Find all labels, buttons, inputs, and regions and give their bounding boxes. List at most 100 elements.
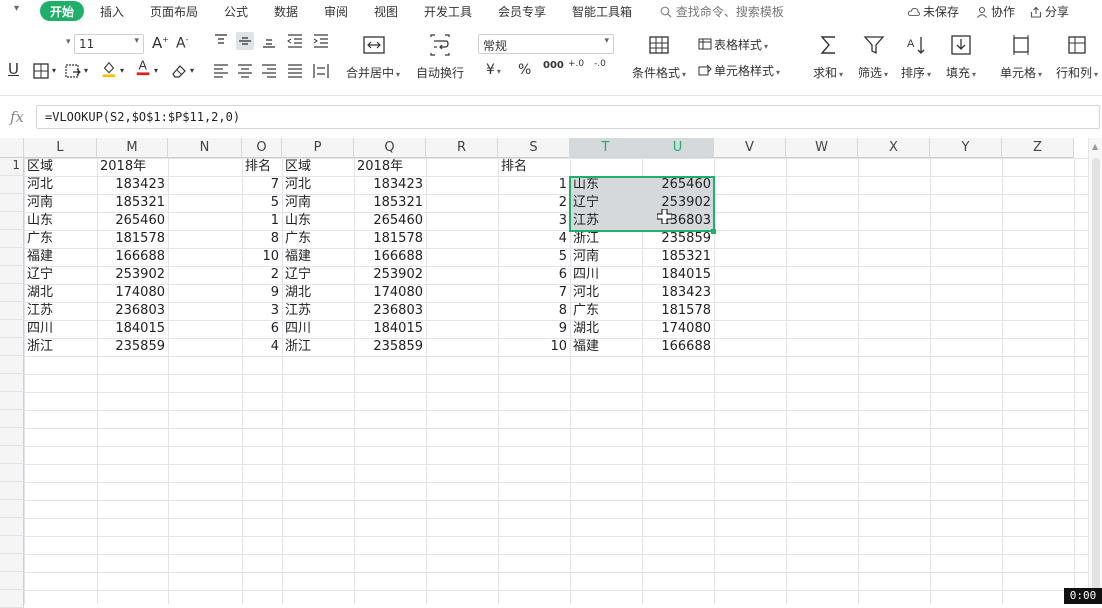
row-header[interactable] <box>0 518 24 536</box>
font-color-icon[interactable]: A <box>134 58 152 76</box>
header-cell-m[interactable]: 2018年 <box>97 158 168 176</box>
table3-region-cell[interactable]: 广东 <box>570 302 642 320</box>
distributed-align-icon[interactable] <box>312 62 330 80</box>
number-format-select[interactable]: 常规 ▾ <box>478 34 614 54</box>
table2-value-cell[interactable]: 166688 <box>354 248 426 266</box>
column-header-l[interactable]: L <box>24 138 97 158</box>
column-header-y[interactable]: Y <box>930 138 1002 158</box>
percent-button[interactable]: % <box>518 62 531 78</box>
table3-rank-cell[interactable]: 6 <box>498 266 570 284</box>
table2-value-cell[interactable]: 265460 <box>354 212 426 230</box>
table3-region-cell[interactable]: 湖北 <box>570 320 642 338</box>
column-header-w[interactable]: W <box>786 138 858 158</box>
font-color-dropdown-icon[interactable]: ▾ <box>154 66 158 75</box>
sort-icon[interactable]: A <box>906 34 928 56</box>
thousands-button[interactable]: 000 <box>543 60 564 71</box>
table3-value-cell[interactable]: 235859 <box>642 230 714 248</box>
row-header[interactable] <box>0 374 24 392</box>
row-header[interactable] <box>0 320 24 338</box>
table2-rank-cell[interactable]: 8 <box>242 230 282 248</box>
fill-color-icon[interactable] <box>100 60 118 78</box>
header-cell-p[interactable]: 区域 <box>282 158 354 176</box>
conditional-format-button[interactable]: 条件格式 ▾ <box>632 64 686 81</box>
column-header-o[interactable]: O <box>242 138 282 158</box>
table1-region-cell[interactable]: 福建 <box>24 248 97 266</box>
cell-icon[interactable] <box>1010 34 1032 56</box>
table2-value-cell[interactable]: 185321 <box>354 194 426 212</box>
table2-rank-cell[interactable]: 6 <box>242 320 282 338</box>
font-name-dropdown-icon[interactable]: ▾ <box>66 37 71 47</box>
table2-rank-cell[interactable]: 5 <box>242 194 282 212</box>
formula-input[interactable]: =VLOOKUP(S2,$O$1:$P$11,2,0) <box>36 105 1100 129</box>
table1-value-cell[interactable]: 236803 <box>97 302 168 320</box>
table3-region-cell[interactable]: 河南 <box>570 248 642 266</box>
header-cell-l[interactable]: 区域 <box>24 158 97 176</box>
table2-region-cell[interactable]: 山东 <box>282 212 354 230</box>
filter-icon[interactable] <box>863 34 885 56</box>
table3-rank-cell[interactable]: 2 <box>498 194 570 212</box>
row-header[interactable] <box>0 284 24 302</box>
merge-center-icon[interactable] <box>362 34 386 56</box>
border-icon[interactable] <box>32 62 50 80</box>
column-header-n[interactable]: N <box>168 138 242 158</box>
collab-button[interactable]: 协作 <box>976 3 1015 20</box>
align-bottom-icon[interactable] <box>260 32 278 50</box>
row-header[interactable] <box>0 500 24 518</box>
table1-region-cell[interactable]: 山东 <box>24 212 97 230</box>
table3-region-cell[interactable]: 浙江 <box>570 230 642 248</box>
table2-region-cell[interactable]: 四川 <box>282 320 354 338</box>
row-header[interactable] <box>0 230 24 248</box>
table3-value-cell[interactable]: 174080 <box>642 320 714 338</box>
header-cell-s[interactable]: 排名 <box>498 158 570 176</box>
table2-value-cell[interactable]: 181578 <box>354 230 426 248</box>
table2-rank-cell[interactable]: 9 <box>242 284 282 302</box>
table3-value-cell[interactable]: 253902 <box>642 194 714 212</box>
row-header[interactable] <box>0 356 24 374</box>
column-header-u[interactable]: U <box>642 138 714 158</box>
conditional-format-icon[interactable] <box>648 34 670 56</box>
row-header[interactable]: 1 <box>0 158 24 176</box>
merge-center-button[interactable]: 合并居中 ▾ <box>346 64 400 81</box>
tab-formulas[interactable]: 公式 <box>224 3 248 20</box>
table1-region-cell[interactable]: 河北 <box>24 176 97 194</box>
fx-icon[interactable]: fx <box>10 108 24 126</box>
table3-value-cell[interactable]: 265460 <box>642 176 714 194</box>
sum-button[interactable]: 求和 ▾ <box>813 64 843 81</box>
eraser-icon[interactable] <box>170 62 188 80</box>
column-header-q[interactable]: Q <box>354 138 426 158</box>
row-header[interactable] <box>0 482 24 500</box>
header-cell-q[interactable]: 2018年 <box>354 158 426 176</box>
menu-collapse-icon[interactable]: ▾ <box>14 3 19 14</box>
vertical-scrollbar[interactable]: ▲ <box>1088 138 1102 604</box>
table2-rank-cell[interactable]: 7 <box>242 176 282 194</box>
fill-handle[interactable] <box>711 229 716 234</box>
scrollbar-thumb[interactable] <box>1092 158 1100 598</box>
underline-button[interactable]: U <box>8 60 19 78</box>
sort-button[interactable]: 排序 ▾ <box>901 64 931 81</box>
table2-region-cell[interactable]: 浙江 <box>282 338 354 356</box>
table1-value-cell[interactable]: 184015 <box>97 320 168 338</box>
table1-region-cell[interactable]: 广东 <box>24 230 97 248</box>
row-col-button[interactable]: 行和列 ▾ <box>1056 64 1098 81</box>
tab-data[interactable]: 数据 <box>274 3 298 20</box>
row-header[interactable] <box>0 302 24 320</box>
table3-value-cell[interactable]: 183423 <box>642 284 714 302</box>
table2-value-cell[interactable]: 183423 <box>354 176 426 194</box>
justify-icon[interactable] <box>286 62 304 80</box>
table3-rank-cell[interactable]: 4 <box>498 230 570 248</box>
row-header[interactable] <box>0 212 24 230</box>
unsaved-status[interactable]: 未保存 <box>908 3 959 20</box>
table3-rank-cell[interactable]: 9 <box>498 320 570 338</box>
decrease-decimal-button[interactable]: -.0 <box>594 60 606 69</box>
table1-region-cell[interactable]: 湖北 <box>24 284 97 302</box>
fill-icon[interactable] <box>950 34 972 56</box>
table1-region-cell[interactable]: 辽宁 <box>24 266 97 284</box>
table3-region-cell[interactable]: 福建 <box>570 338 642 356</box>
decrease-font-button[interactable]: A- <box>176 35 188 52</box>
row-col-icon[interactable] <box>1066 34 1088 56</box>
table1-value-cell[interactable]: 166688 <box>97 248 168 266</box>
table1-value-cell[interactable]: 181578 <box>97 230 168 248</box>
table-style-button[interactable]: 表格样式 ▾ <box>698 36 768 53</box>
table3-value-cell[interactable]: 185321 <box>642 248 714 266</box>
table1-value-cell[interactable]: 253902 <box>97 266 168 284</box>
